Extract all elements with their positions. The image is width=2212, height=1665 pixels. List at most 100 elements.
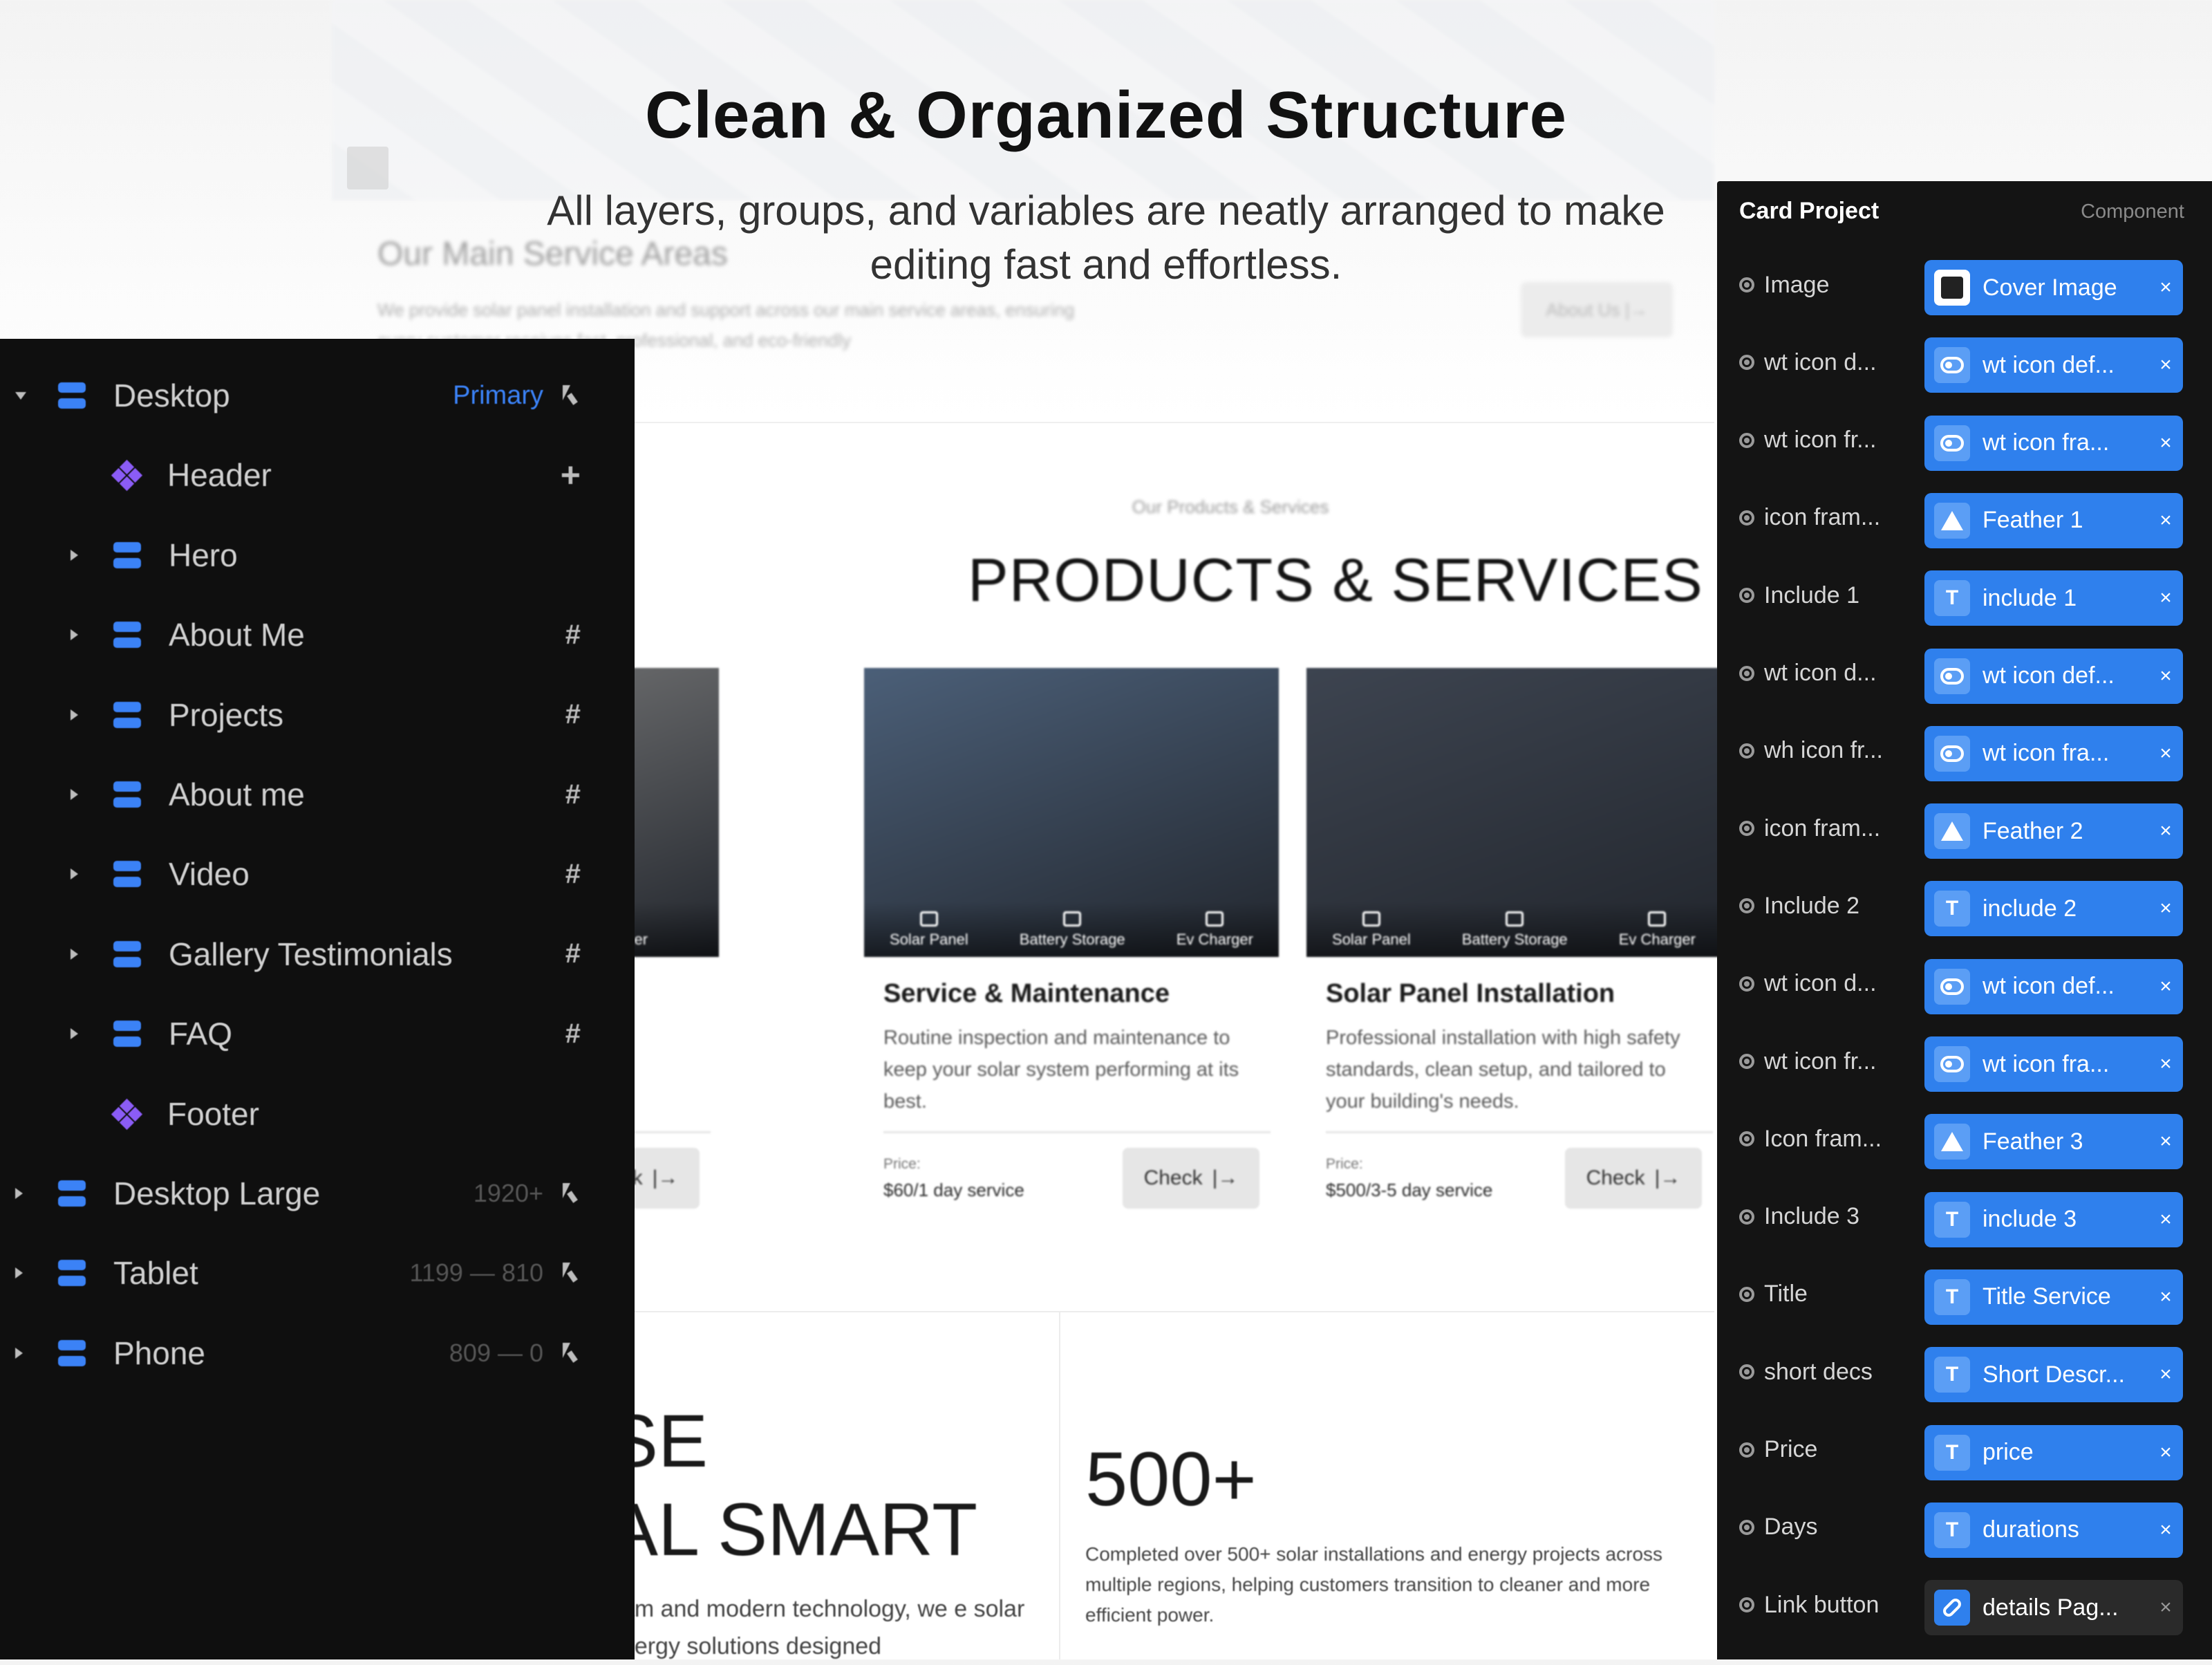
property-value-pill[interactable]: Feather 3 × [1924,1114,2183,1170]
property-value-pill[interactable]: wt icon def... × [1924,648,2183,704]
property-value-pill[interactable]: Tprice × [1924,1424,2183,1480]
property-value-pill[interactable]: T Short Descr... × [1924,1347,2183,1403]
close-icon[interactable]: × [2148,897,2183,920]
component-title: Card Project [1739,198,1880,224]
check-button[interactable]: Check |→ [1565,1148,1702,1209]
card-feature: Ev Charger [1177,911,1253,949]
close-icon[interactable]: × [2148,664,2183,688]
layer-hero[interactable]: Hero [71,528,581,583]
chevron-right-icon [71,709,78,720]
close-icon[interactable]: × [2148,1208,2183,1231]
property-value-pill[interactable]: wt icon fra... × [1924,725,2183,781]
toggle-icon [1934,347,1970,384]
property-value-pill[interactable]: Tinclude 2 × [1924,881,2183,937]
property-name: wt icon d... [1764,970,1877,997]
caret-icon[interactable] [15,1267,58,1279]
property-value-pill[interactable]: Feather 2 × [1924,803,2183,859]
caret-icon[interactable] [71,709,113,720]
layer-phone[interactable]: Phone 809 — 0 [15,1326,581,1381]
caret-icon[interactable] [71,948,113,960]
property-value: Cover Image [1983,274,2117,301]
frame-icon [58,1260,86,1287]
layer-label: Phone [113,1334,206,1371]
text-icon: T [1934,1357,1970,1393]
property-value-pill[interactable]: wt icon def... × [1924,958,2183,1014]
close-icon[interactable]: × [2148,1285,2183,1309]
caret-icon[interactable] [71,1028,113,1040]
caret-icon[interactable] [71,549,113,561]
check-button[interactable]: Check |→ [1123,1148,1259,1209]
layer-meta: 809 — 0 [449,1339,581,1368]
chevron-right-icon [71,948,78,960]
close-icon[interactable]: × [2148,819,2183,843]
property-value-pill[interactable]: wt icon fra... × [1924,1036,2183,1092]
stat-description: Completed over 500+ solar installations … [1085,1543,1663,1626]
property-value-pill[interactable]: details Pag... × [1924,1580,2183,1636]
layer-header[interactable]: Header + [71,447,581,503]
property-value: include 2 [1983,895,2077,922]
close-icon[interactable]: × [2148,742,2183,765]
text-icon: T [1934,891,1970,927]
variable-dot-icon [1739,821,1754,837]
layers-panel: Desktop Primary Header + Hero About Me # Projec… [0,339,635,1659]
property-name: Icon fram... [1764,1125,1882,1152]
property-value-pill[interactable]: Tinclude 3 × [1924,1191,2183,1247]
text-icon: T [1934,1278,1970,1315]
property-name: Image [1764,271,1830,298]
property-value: wt icon fra... [1983,1050,2110,1077]
card-divider [883,1131,1271,1133]
layer-desktop-large[interactable]: Desktop Large 1920+ [15,1166,581,1221]
property-value-pill[interactable]: Tdurations × [1924,1502,2183,1558]
close-icon[interactable]: × [2148,1518,2183,1542]
property-value-pill[interactable]: Tinclude 1 × [1924,570,2183,626]
card-feature: Solar Panel [890,911,968,949]
component-icon [111,460,143,492]
close-icon[interactable]: × [2148,1052,2183,1076]
breakpoint-range: 1199 — 810 [409,1258,543,1287]
caret-icon[interactable] [71,789,113,800]
layer-gallery-testimonials[interactable]: Gallery Testimonials # [71,927,581,982]
layer-label: Header [167,457,272,494]
close-icon[interactable]: × [2148,975,2183,998]
chevron-right-icon [15,1188,23,1199]
layer-desktop[interactable]: Desktop Primary [15,368,581,423]
layer-video[interactable]: Video # [71,846,581,902]
frame-icon [58,1339,86,1366]
close-icon[interactable]: × [2148,353,2183,377]
frame-icon [113,622,141,649]
close-icon[interactable]: × [2148,431,2183,455]
plus-icon[interactable]: + [561,458,581,492]
close-icon[interactable]: × [2148,586,2183,610]
property-row: short decs T Short Descr... × [1717,1341,2212,1403]
caret-icon[interactable] [15,1347,58,1359]
close-icon[interactable]: × [2148,509,2183,532]
property-value-pill[interactable]: Cover Image × [1924,260,2183,315]
close-icon[interactable]: × [2148,1596,2183,1619]
property-value: Feather 1 [1983,507,2083,534]
property-value-pill[interactable]: Feather 1 × [1924,492,2183,548]
property-value-pill[interactable]: T Title Service × [1924,1269,2183,1325]
caret-icon[interactable] [15,391,58,400]
caret-icon[interactable] [71,629,113,641]
property-value-pill[interactable]: wt icon def... × [1924,337,2183,393]
property-value-pill[interactable]: wt icon fra... × [1924,415,2183,471]
chevron-right-icon [71,789,78,800]
caret-icon[interactable] [15,1188,58,1199]
close-icon[interactable]: × [2148,1130,2183,1153]
text-icon: T [1934,1511,1970,1548]
toggle-icon [1934,735,1970,772]
layer-footer[interactable]: Footer [71,1086,581,1142]
layer-about-me[interactable]: About Me # [71,607,581,662]
caret-icon[interactable] [71,868,113,880]
layer-about-me[interactable]: About me # [71,767,581,822]
layer-projects[interactable]: Projects # [71,687,581,743]
variable-dot-icon [1739,1597,1754,1613]
close-icon[interactable]: × [2148,1441,2183,1464]
breakpoint-range: 809 — 0 [449,1338,543,1367]
close-icon[interactable]: × [2148,276,2183,299]
close-icon[interactable]: × [2148,1363,2183,1386]
layer-tablet[interactable]: Tablet 1199 — 810 [15,1245,581,1301]
layer-faq[interactable]: FAQ # [71,1006,581,1061]
property-label: short decs [1739,1341,1873,1403]
feature-icon [1648,911,1667,927]
